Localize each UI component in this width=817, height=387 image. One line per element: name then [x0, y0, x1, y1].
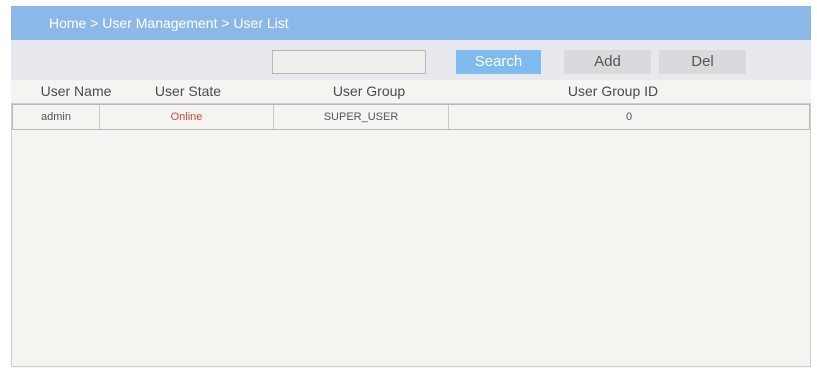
user-list-panel: Home > User Management > User List Searc… — [11, 6, 811, 368]
cell-user-name: admin — [13, 105, 100, 129]
column-header-user-state[interactable]: User State — [155, 83, 221, 99]
cell-user-group: SUPER_USER — [274, 105, 449, 129]
search-button[interactable]: Search — [456, 50, 541, 74]
search-input[interactable] — [272, 50, 426, 74]
cell-user-state: Online — [100, 105, 274, 129]
delete-button[interactable]: Del — [659, 50, 746, 74]
breadcrumb-text: Home > User Management > User List — [49, 15, 289, 31]
column-header-user-name[interactable]: User Name — [41, 83, 112, 99]
table-row[interactable]: admin Online SUPER_USER 0 — [12, 104, 810, 130]
breadcrumb: Home > User Management > User List — [11, 6, 811, 40]
add-button[interactable]: Add — [564, 50, 651, 74]
column-header-user-group[interactable]: User Group — [333, 83, 405, 99]
user-table: admin Online SUPER_USER 0 — [11, 103, 811, 367]
column-header-user-group-id[interactable]: User Group ID — [568, 83, 658, 99]
cell-user-group-id: 0 — [625, 111, 633, 123]
table-header: User Name User State User Group User Gro… — [11, 80, 811, 102]
toolbar: Search Add Del — [11, 40, 811, 80]
